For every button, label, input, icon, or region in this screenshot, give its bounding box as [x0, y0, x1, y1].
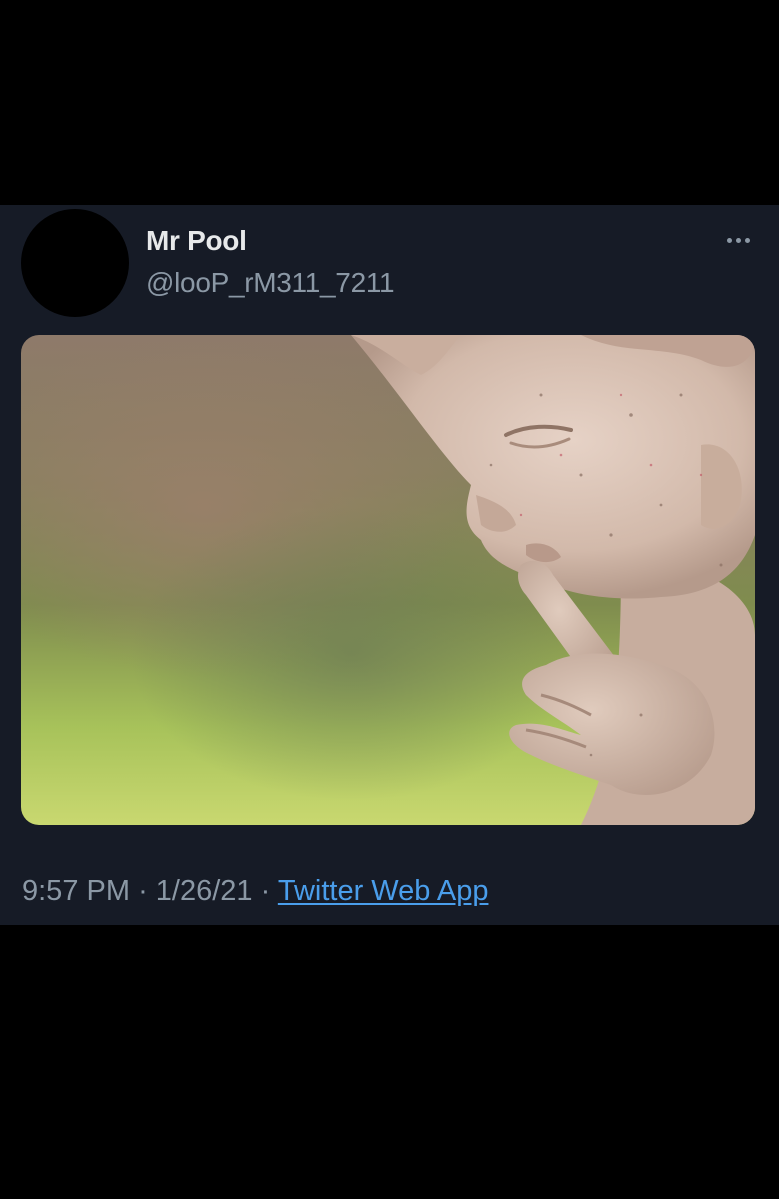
meta-separator: ·: [138, 875, 148, 907]
more-dots-icon: [726, 237, 732, 243]
more-options-button[interactable]: [716, 225, 760, 255]
tweet-card: Mr Pool @looP_rM311_7211 9:57 PM · 1/26/…: [0, 205, 779, 925]
tweet-date[interactable]: 1/26/21: [156, 875, 253, 907]
more-dots-icon: [735, 237, 741, 243]
tweet-source-link[interactable]: Twitter Web App: [278, 875, 489, 907]
tweet-media-image[interactable]: [21, 335, 755, 825]
avatar[interactable]: [21, 209, 129, 317]
tweet-time[interactable]: 9:57 PM: [22, 875, 130, 907]
meta-separator: ·: [260, 875, 271, 907]
tweet-metadata: 9:57 PM · 1/26/21 · Twitter Web App: [22, 875, 488, 908]
author-display-name[interactable]: Mr Pool: [146, 225, 247, 257]
more-dots-icon: [744, 237, 750, 243]
author-handle[interactable]: @looP_rM311_7211: [146, 267, 395, 299]
statue-shush-photo: [21, 335, 755, 825]
